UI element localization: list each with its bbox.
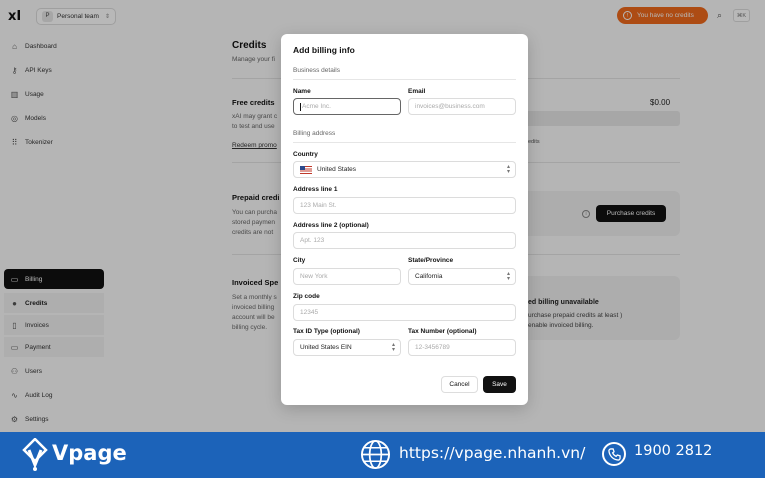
save-button[interactable]: Save xyxy=(483,376,516,393)
phone-icon xyxy=(602,442,626,466)
address-line-1-field[interactable]: 123 Main St. xyxy=(293,197,516,214)
country-select[interactable]: United States ▴ ▾ xyxy=(293,161,516,178)
address-line-2-field[interactable]: Apt. 123 xyxy=(293,232,516,249)
divider xyxy=(293,79,516,80)
email-placeholder: invoices@business.com xyxy=(415,103,485,110)
state-label: State/Province xyxy=(408,257,454,264)
city-placeholder: New York xyxy=(300,273,328,280)
email-field[interactable]: invoices@business.com xyxy=(408,98,516,115)
cancel-button[interactable]: Cancel xyxy=(441,376,478,393)
tax-number-label: Tax Number (optional) xyxy=(408,328,477,335)
billing-address-heading: Billing address xyxy=(293,130,336,137)
chevron-updown-icon: ▴ ▾ xyxy=(506,271,510,282)
globe-icon xyxy=(360,439,391,470)
state-select[interactable]: California ▴ ▾ xyxy=(408,268,516,285)
address-line-1-placeholder: 123 Main St. xyxy=(300,202,337,209)
business-details-heading: Business details xyxy=(293,67,340,74)
brand-name: Vpage xyxy=(52,441,127,465)
zip-code-label: Zip code xyxy=(293,293,320,300)
us-flag-icon xyxy=(300,165,312,174)
address-line-2-label: Address line 2 (optional) xyxy=(293,222,369,229)
city-field[interactable]: New York xyxy=(293,268,401,285)
name-placeholder: Acme Inc. xyxy=(302,103,331,110)
phone-number[interactable]: 1900 2812 xyxy=(634,443,712,459)
city-label: City xyxy=(293,257,306,264)
text-cursor xyxy=(300,102,301,111)
country-label: Country xyxy=(293,151,318,158)
vpage-logo-icon xyxy=(22,438,48,471)
state-value: California xyxy=(415,273,443,280)
tax-number-field[interactable]: 12-3456789 xyxy=(408,339,516,356)
website-url[interactable]: https://vpage.nhanh.vn/ xyxy=(399,444,585,462)
tax-number-placeholder: 12-3456789 xyxy=(415,344,450,351)
name-field[interactable]: Acme Inc. xyxy=(293,98,401,115)
dialog-title: Add billing info xyxy=(293,45,355,55)
address-line-2-placeholder: Apt. 123 xyxy=(300,237,325,244)
divider xyxy=(293,142,516,143)
chevron-updown-icon: ▴ ▾ xyxy=(391,342,395,353)
chevron-updown-icon: ▴ ▾ xyxy=(506,164,510,175)
tax-id-type-select[interactable]: United States EIN ▴ ▾ xyxy=(293,339,401,356)
tax-id-type-label: Tax ID Type (optional) xyxy=(293,328,360,335)
zip-code-placeholder: 12345 xyxy=(300,309,319,316)
zip-code-field[interactable]: 12345 xyxy=(293,304,516,321)
tax-id-type-value: United States EIN xyxy=(300,344,352,351)
add-billing-info-dialog: Add billing info Business details Name A… xyxy=(281,34,528,405)
address-line-1-label: Address line 1 xyxy=(293,186,338,193)
vpage-banner: Vpage https://vpage.nhanh.vn/ 1900 2812 xyxy=(0,432,765,478)
email-label: Email xyxy=(408,88,426,95)
country-value: United States xyxy=(317,166,357,173)
name-label: Name xyxy=(293,88,311,95)
